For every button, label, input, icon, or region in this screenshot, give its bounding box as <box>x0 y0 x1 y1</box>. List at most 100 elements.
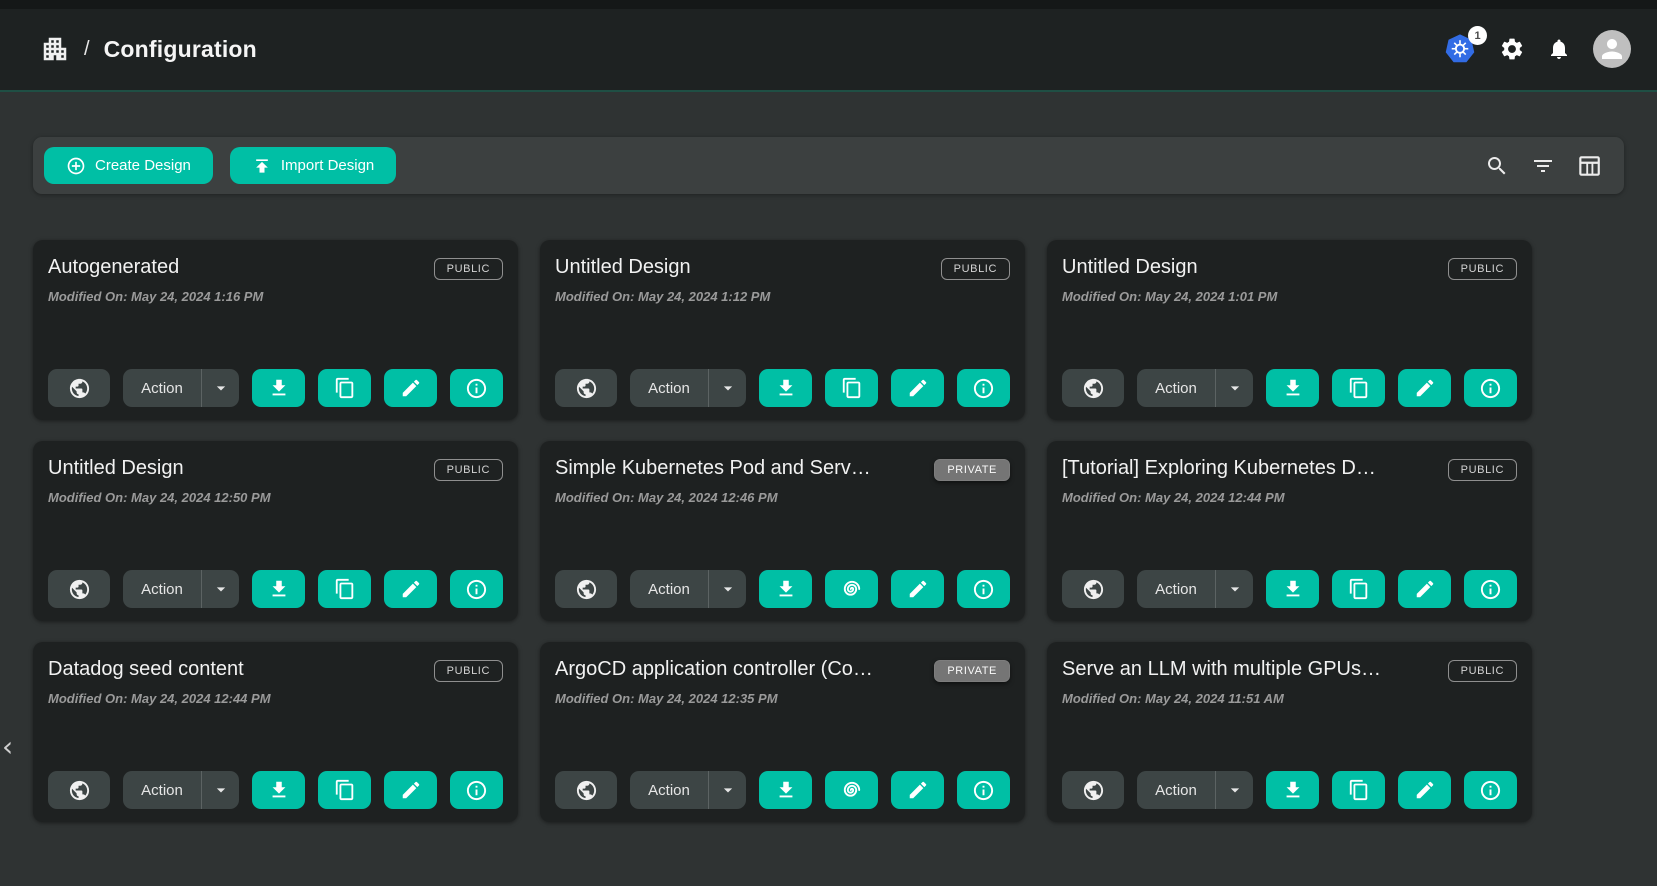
visibility-globe-button[interactable] <box>555 369 617 407</box>
clone-design-button[interactable] <box>318 369 371 407</box>
search-icon[interactable] <box>1484 153 1510 179</box>
clone-design-button[interactable] <box>1332 369 1385 407</box>
visibility-badge[interactable]: PUBLIC <box>434 660 503 682</box>
chevron-down-icon[interactable] <box>1216 378 1253 398</box>
edit-design-button[interactable] <box>891 570 944 608</box>
clone-design-button[interactable] <box>318 570 371 608</box>
action-button-label[interactable]: Action <box>630 782 708 799</box>
edit-design-button[interactable] <box>384 369 437 407</box>
info-design-button[interactable] <box>957 771 1010 809</box>
action-button-label[interactable]: Action <box>630 581 708 598</box>
download-design-button[interactable] <box>252 771 305 809</box>
visibility-globe-button[interactable] <box>555 771 617 809</box>
download-design-button[interactable] <box>1266 369 1319 407</box>
action-split-button[interactable]: Action <box>630 369 746 407</box>
visibility-globe-button[interactable] <box>1062 369 1124 407</box>
edit-design-button[interactable] <box>1398 771 1451 809</box>
visibility-badge[interactable]: PRIVATE <box>934 459 1010 481</box>
clone-design-button[interactable] <box>1332 570 1385 608</box>
visibility-globe-button[interactable] <box>48 369 110 407</box>
download-design-button[interactable] <box>759 369 812 407</box>
create-design-button[interactable]: Create Design <box>44 147 213 184</box>
action-button-label[interactable]: Action <box>630 380 708 397</box>
design-swirl-button[interactable] <box>825 771 878 809</box>
design-title: Simple Kubernetes Pod and Serv… <box>555 457 871 480</box>
download-design-button[interactable] <box>759 570 812 608</box>
settings-gear-icon[interactable] <box>1499 36 1525 62</box>
visibility-badge[interactable]: PUBLIC <box>1448 660 1517 682</box>
action-button-label[interactable]: Action <box>1137 782 1215 799</box>
chevron-down-icon[interactable] <box>202 378 239 398</box>
action-button-label[interactable]: Action <box>123 581 201 598</box>
info-design-button[interactable] <box>1464 570 1517 608</box>
design-title: Untitled Design <box>1062 256 1198 279</box>
action-split-button[interactable]: Action <box>123 570 239 608</box>
info-design-button[interactable] <box>450 771 503 809</box>
download-design-button[interactable] <box>252 369 305 407</box>
chevron-down-icon[interactable] <box>202 579 239 599</box>
user-avatar[interactable] <box>1593 30 1631 68</box>
info-design-button[interactable] <box>450 369 503 407</box>
chevron-down-icon[interactable] <box>1216 579 1253 599</box>
info-design-button[interactable] <box>450 570 503 608</box>
action-split-button[interactable]: Action <box>1137 570 1253 608</box>
visibility-globe-button[interactable] <box>1062 771 1124 809</box>
edit-design-button[interactable] <box>1398 369 1451 407</box>
design-title: Autogenerated <box>48 256 179 279</box>
edit-design-button[interactable] <box>891 369 944 407</box>
download-design-button[interactable] <box>252 570 305 608</box>
collapse-panel-chevron-icon[interactable]: ‹ <box>2 733 13 761</box>
info-design-button[interactable] <box>957 570 1010 608</box>
info-design-button[interactable] <box>957 369 1010 407</box>
notifications-bell-icon[interactable] <box>1547 37 1571 61</box>
action-split-button[interactable]: Action <box>123 369 239 407</box>
action-button-label[interactable]: Action <box>123 380 201 397</box>
edit-design-button[interactable] <box>1398 570 1451 608</box>
action-split-button[interactable]: Action <box>630 771 746 809</box>
action-split-button[interactable]: Action <box>630 570 746 608</box>
globe-icon <box>575 779 598 802</box>
action-split-button[interactable]: Action <box>1137 369 1253 407</box>
organization-building-icon[interactable] <box>40 34 70 64</box>
chevron-down-icon[interactable] <box>709 579 746 599</box>
download-design-button[interactable] <box>759 771 812 809</box>
action-button-label[interactable]: Action <box>123 782 201 799</box>
visibility-globe-button[interactable] <box>48 771 110 809</box>
chevron-down-icon[interactable] <box>709 780 746 800</box>
chevron-down-icon[interactable] <box>1216 780 1253 800</box>
visibility-badge[interactable]: PUBLIC <box>941 258 1010 280</box>
design-swirl-button[interactable] <box>825 570 878 608</box>
table-view-icon[interactable] <box>1576 153 1602 179</box>
edit-design-button[interactable] <box>384 771 437 809</box>
download-design-button[interactable] <box>1266 771 1319 809</box>
filter-icon[interactable] <box>1530 153 1556 179</box>
edit-design-button[interactable] <box>891 771 944 809</box>
visibility-badge[interactable]: PUBLIC <box>434 459 503 481</box>
info-design-button[interactable] <box>1464 771 1517 809</box>
clone-design-button[interactable] <box>825 369 878 407</box>
visibility-globe-button[interactable] <box>555 570 617 608</box>
visibility-badge[interactable]: PRIVATE <box>934 660 1010 682</box>
action-split-button[interactable]: Action <box>123 771 239 809</box>
import-design-button[interactable]: Import Design <box>230 147 396 184</box>
visibility-badge[interactable]: PUBLIC <box>1448 459 1517 481</box>
download-icon <box>268 578 290 600</box>
action-button-label[interactable]: Action <box>1137 380 1215 397</box>
action-split-button[interactable]: Action <box>1137 771 1253 809</box>
visibility-badge[interactable]: PUBLIC <box>434 258 503 280</box>
chevron-down-icon[interactable] <box>709 378 746 398</box>
edit-design-button[interactable] <box>384 570 437 608</box>
globe-icon <box>575 578 598 601</box>
clone-design-button[interactable] <box>318 771 371 809</box>
chevron-down-icon[interactable] <box>202 780 239 800</box>
download-design-button[interactable] <box>1266 570 1319 608</box>
kubernetes-context-icon[interactable]: 1 <box>1443 32 1477 66</box>
clone-design-button[interactable] <box>1332 771 1385 809</box>
visibility-badge[interactable]: PUBLIC <box>1448 258 1517 280</box>
visibility-globe-button[interactable] <box>48 570 110 608</box>
action-button-label[interactable]: Action <box>1137 581 1215 598</box>
visibility-globe-button[interactable] <box>1062 570 1124 608</box>
info-design-button[interactable] <box>1464 369 1517 407</box>
globe-icon <box>575 377 598 400</box>
info-icon <box>972 377 995 400</box>
